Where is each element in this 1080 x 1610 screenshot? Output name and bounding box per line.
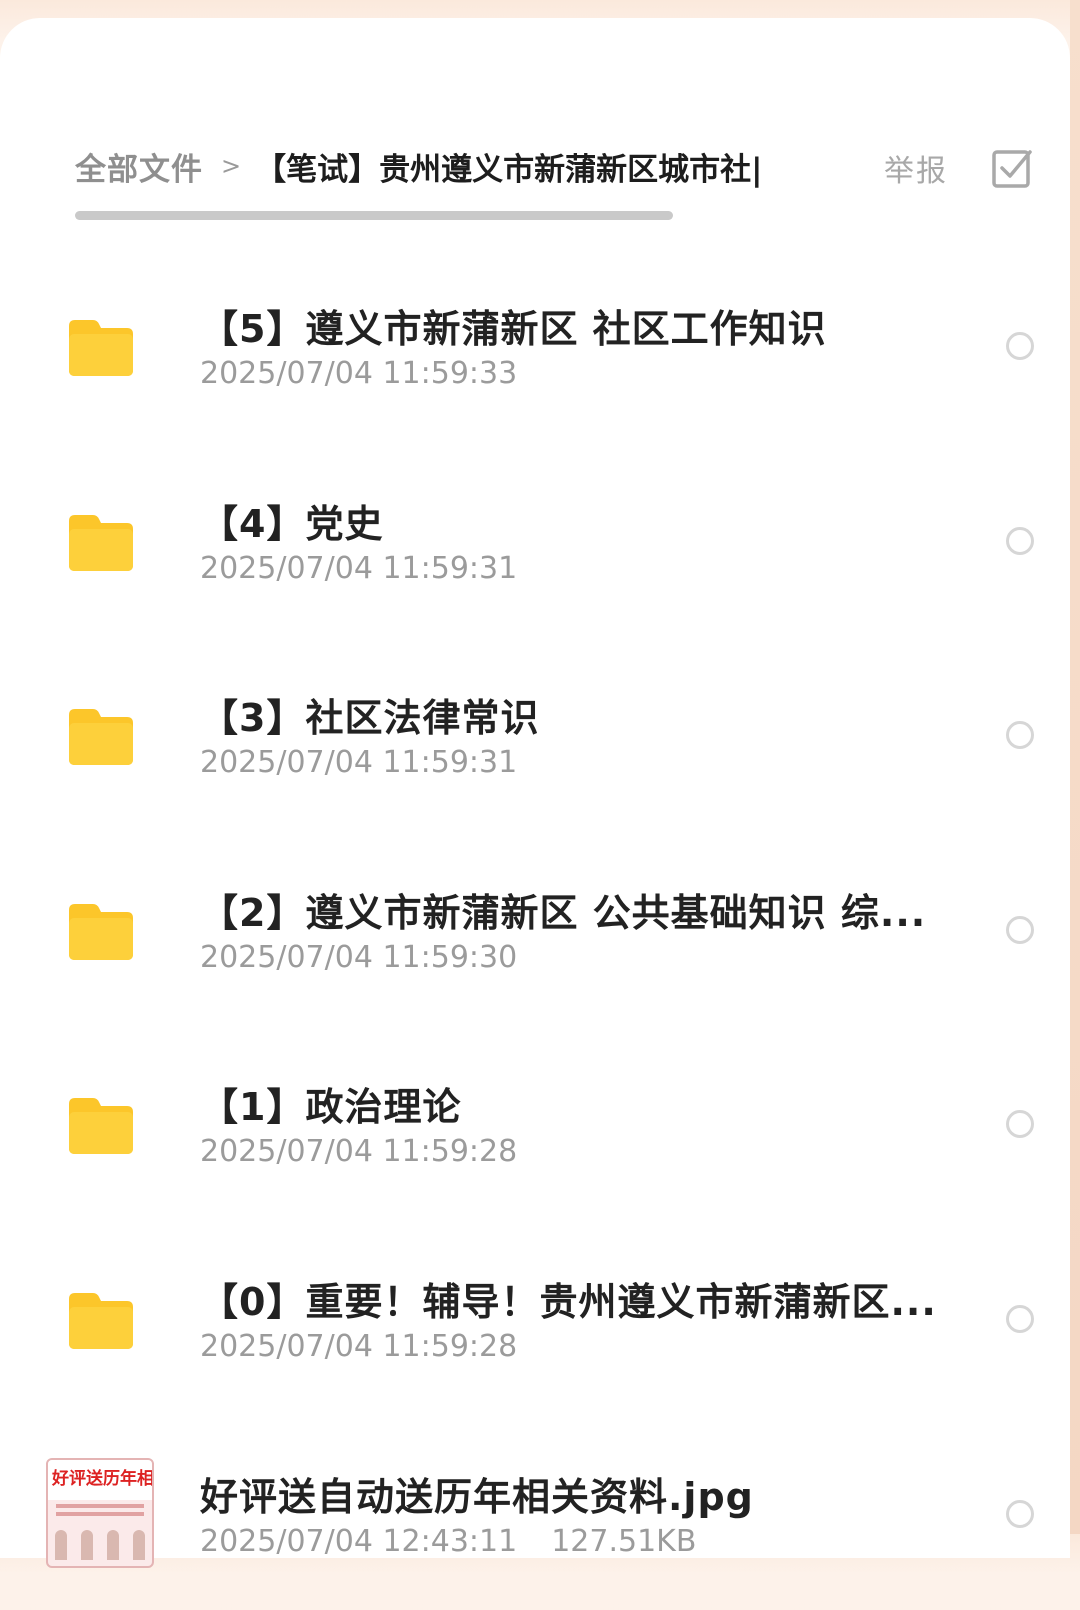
file-meta: 2025/07/04 11:59:31 [200,551,517,586]
folder-icon [69,1098,133,1155]
select-radio[interactable] [1006,1110,1034,1139]
file-timestamp: 2025/07/04 11:59:33 [200,356,518,391]
report-button[interactable]: 举报 [884,146,948,190]
folder-row[interactable]: 【2】遵义市新蒲新区 公共基础知识 综... 2025/07/04 11:59:3… [0,832,1070,1027]
thumbnail-figure [81,1529,93,1560]
thumbnail-figures [48,1529,152,1560]
file-size: 127.51KB [551,1523,697,1559]
file-meta: 2025/07/04 11:59:28 [200,1329,517,1364]
folder-row[interactable]: 【3】社区法律常识 2025/07/04 11:59:31 [0,637,1070,832]
select-radio[interactable] [1006,1499,1034,1528]
file-meta: 2025/07/04 11:59:30 [200,940,517,975]
breadcrumb-separator: > [221,152,242,180]
file-timestamp: 2025/07/04 11:59:31 [200,550,518,586]
file-name: 【2】遵义市新蒲新区 公共基础知识 综... [200,890,927,935]
file-meta: 2025/07/04 11:59:31 [200,745,517,780]
file-name: 【0】重要！辅导！贵州遵义市新蒲新区... [200,1280,937,1324]
select-radio[interactable] [1006,332,1034,360]
breadcrumb-scrollbar[interactable] [75,211,673,220]
select-radio[interactable] [1006,721,1034,750]
file-timestamp: 2025/07/04 11:59:30 [200,939,518,975]
folder-row[interactable]: 【4】党史 2025/07/04 11:59:31 [0,443,1070,638]
file-name: 【4】党史 [200,501,384,546]
file-timestamp: 2025/07/04 11:59:28 [200,1329,518,1364]
file-browser-sheet: 全部文件 > 【笔试】贵州遵义市新蒲新区城市社| 举报 【5】遵义市新蒲新区 社… [0,18,1070,1568]
file-timestamp: 2025/07/04 12:43:11 [200,1523,518,1559]
background-edge [1070,0,1080,1534]
file-name: 【1】政治理论 [200,1085,462,1130]
file-name: 【5】遵义市新蒲新区 社区工作知识 [200,307,827,351]
folder-icon [69,903,133,960]
file-meta: 2025/07/04 11:59:28 [200,1134,517,1169]
folder-icon [69,320,133,376]
thumbnail-figure [133,1529,145,1560]
folder-row[interactable]: 【0】重要！辅导！贵州遵义市新蒲新区... 2025/07/04 11:59:28 [0,1221,1070,1416]
checkbox-select-icon[interactable] [990,146,1034,190]
folder-icon [69,514,133,571]
file-name: 【3】社区法律常识 [200,696,540,741]
thumbnail-text: 好评送历年相关 [48,1459,152,1500]
folder-icon [69,1293,133,1349]
file-meta: 2025/07/04 12:43:11 127.51KB [200,1524,696,1559]
breadcrumb: 全部文件 > 【笔试】贵州遵义市新蒲新区城市社| [75,136,775,196]
file-name: 好评送自动送历年相关资料.jpg [200,1474,754,1519]
thumbnail-line [56,1511,144,1516]
folder-icon [69,709,133,766]
file-timestamp: 2025/07/04 11:59:31 [200,745,518,781]
breadcrumb-root[interactable]: 全部文件 [75,144,203,189]
folder-row[interactable]: 【1】政治理论 2025/07/04 11:59:28 [0,1026,1070,1221]
image-thumbnail-icon: 好评送历年相关 [46,1457,154,1568]
file-row[interactable]: 好评送历年相关 好评送自动送历年相关资料.jpg 2025/07/04 12:43:… [0,1416,1070,1610]
select-radio[interactable] [1006,1305,1034,1333]
folder-row[interactable]: 【5】遵义市新蒲新区 社区工作知识 2025/07/04 11:59:33 [0,248,1070,443]
thumbnail-line [56,1503,144,1508]
breadcrumb-current[interactable]: 【笔试】贵州遵义市新蒲新区城市社| [255,144,775,189]
thumbnail-figure [55,1529,67,1560]
file-timestamp: 2025/07/04 11:59:28 [200,1134,518,1170]
select-radio[interactable] [1006,526,1034,555]
select-radio[interactable] [1006,915,1034,944]
file-meta: 2025/07/04 11:59:33 [200,356,517,391]
thumbnail-figure [107,1529,119,1560]
